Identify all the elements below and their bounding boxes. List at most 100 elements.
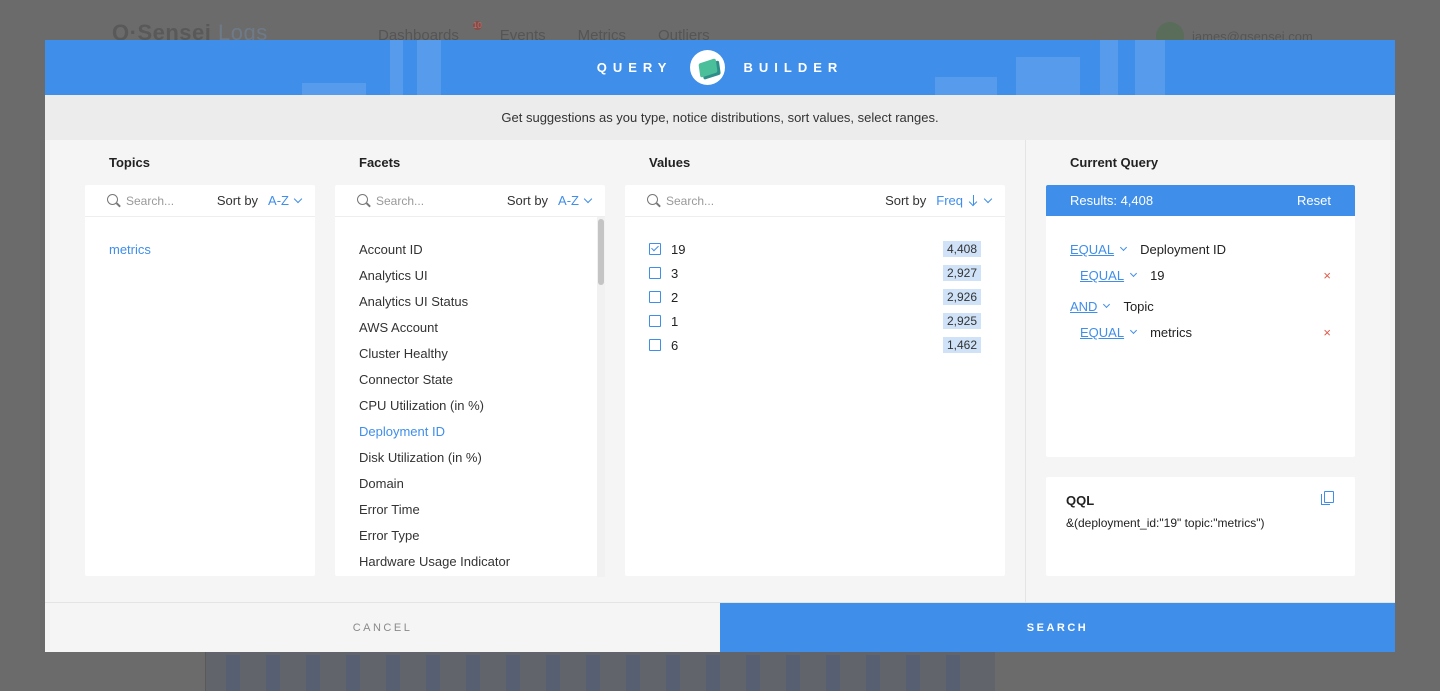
search-button[interactable]: SEARCH <box>720 603 1395 652</box>
operator-dropdown[interactable]: AND <box>1070 299 1111 314</box>
values-sort-value: Freq <box>936 193 963 208</box>
value-checkbox[interactable] <box>649 291 661 303</box>
value-count: 2,926 <box>942 289 981 305</box>
search-icon <box>107 194 118 205</box>
copy-icon[interactable] <box>1321 491 1334 505</box>
results-bar: Results: 4,408 Reset <box>1046 185 1355 216</box>
column-divider <box>1025 140 1026 602</box>
modal-header: QUERY BUILDER <box>45 40 1395 95</box>
facets-sort-value: A-Z <box>558 193 579 208</box>
value-row[interactable]: 3 2,927 <box>649 265 981 281</box>
values-sort-dropdown[interactable]: Freq <box>936 193 993 208</box>
background-chart <box>205 652 995 691</box>
facet-item[interactable]: Connector State <box>359 370 510 396</box>
query-clause: EQUAL metrics × <box>1080 325 1355 340</box>
values-search-input[interactable] <box>666 193 846 208</box>
value-label: 2 <box>671 289 679 305</box>
chevron-down-icon <box>1130 326 1138 335</box>
value-count: 1,462 <box>942 337 981 353</box>
operator-dropdown[interactable]: EQUAL <box>1070 242 1128 257</box>
facets-sort-dropdown[interactable]: A-Z <box>558 193 593 208</box>
topics-sort-value: A-Z <box>268 193 289 208</box>
value-checkbox[interactable] <box>649 339 661 351</box>
facet-item[interactable]: Error Type <box>359 526 510 552</box>
value-label: 1 <box>671 313 679 329</box>
clause-field: Deployment ID <box>1140 242 1227 257</box>
chevron-down-icon <box>293 194 303 203</box>
value-count: 2,925 <box>942 313 981 329</box>
facet-item-selected[interactable]: Deployment ID <box>359 422 510 448</box>
value-label: 3 <box>671 265 679 281</box>
value-label: 6 <box>671 337 679 353</box>
search-icon <box>357 194 368 205</box>
query-builder-modal: QUERY BUILDER Get suggestions as you typ… <box>45 40 1395 652</box>
facet-item[interactable]: Disk Utilization (in %) <box>359 448 510 474</box>
facet-item[interactable]: CPU Utilization (in %) <box>359 396 510 422</box>
qql-panel: QQL &(deployment_id:"19" topic:"metrics"… <box>1046 477 1355 576</box>
value-row[interactable]: 6 1,462 <box>649 337 981 353</box>
value-checkbox[interactable] <box>649 315 661 327</box>
facets-panel: Sort by A-Z Account ID Analytics UI Anal… <box>335 185 605 578</box>
qql-text: &(deployment_id:"19" topic:"metrics") <box>1066 516 1265 530</box>
topic-item-metrics[interactable]: metrics <box>109 242 151 257</box>
facet-list: Account ID Analytics UI Analytics UI Sta… <box>359 240 510 578</box>
facet-item[interactable]: Cluster Healthy <box>359 344 510 370</box>
query-clause: EQUAL 19 × <box>1080 268 1355 283</box>
value-label: 19 <box>671 241 686 257</box>
facets-scroll-thumb[interactable] <box>598 219 604 285</box>
topics-panel: Sort by A-Z metrics <box>85 185 315 576</box>
value-checkbox[interactable] <box>649 267 661 279</box>
modal-title-right: BUILDER <box>743 60 844 75</box>
remove-clause-icon[interactable]: × <box>1323 325 1331 340</box>
operator-label: EQUAL <box>1080 268 1125 283</box>
reset-button[interactable]: Reset <box>1297 193 1331 208</box>
current-query-panel: Results: 4,408 Reset EQUAL Deployment ID… <box>1046 185 1355 457</box>
facet-item[interactable]: Domain <box>359 474 510 500</box>
topics-search-bar: Sort by A-Z <box>85 185 315 217</box>
facets-search-input[interactable] <box>376 193 446 208</box>
clause-field: Topic <box>1123 299 1154 314</box>
query-clause: EQUAL Deployment ID <box>1070 242 1226 257</box>
clause-value: 19 <box>1150 268 1165 283</box>
query-clause: AND Topic <box>1070 299 1154 314</box>
facet-item[interactable]: Hardware Usage Indicator <box>359 552 510 578</box>
cancel-button[interactable]: CANCEL <box>45 603 720 652</box>
operator-dropdown[interactable]: EQUAL <box>1080 325 1138 340</box>
topics-sort-dropdown[interactable]: A-Z <box>268 193 303 208</box>
values-title: Values <box>649 155 691 170</box>
modal-title: QUERY BUILDER <box>45 40 1395 95</box>
facet-item[interactable]: Analytics UI Status <box>359 292 510 318</box>
topics-sort-label: Sort by <box>216 193 259 208</box>
values-panel: Sort by Freq 19 4,408 3 2,927 2 2,926 1 <box>625 185 1005 576</box>
qql-title: QQL <box>1066 493 1095 508</box>
current-query-title: Current Query <box>1070 155 1159 170</box>
facet-item[interactable]: Error Time <box>359 500 510 526</box>
topics-search-input[interactable] <box>126 193 196 208</box>
value-row[interactable]: 1 2,925 <box>649 313 981 329</box>
value-row[interactable]: 19 4,408 <box>649 241 981 257</box>
operator-label: EQUAL <box>1070 242 1115 257</box>
chevron-down-icon <box>1120 243 1128 252</box>
facets-title: Facets <box>359 155 401 170</box>
remove-clause-icon[interactable]: × <box>1323 268 1331 283</box>
value-checkbox[interactable] <box>649 243 661 255</box>
results-count: Results: 4,408 <box>1070 193 1154 208</box>
operator-dropdown[interactable]: EQUAL <box>1080 268 1138 283</box>
value-row[interactable]: 2 2,926 <box>649 289 981 305</box>
topics-title: Topics <box>109 155 150 170</box>
facets-sort-label: Sort by <box>506 193 549 208</box>
facet-item[interactable]: Analytics UI <box>359 266 510 292</box>
search-icon <box>647 194 658 205</box>
facet-item[interactable]: AWS Account <box>359 318 510 344</box>
operator-label: EQUAL <box>1080 325 1125 340</box>
values-search-bar: Sort by Freq <box>625 185 1005 217</box>
notification-badge: 10 <box>472 21 482 30</box>
qsensei-logo-icon <box>690 50 726 85</box>
chevron-down-icon <box>1130 269 1138 278</box>
modal-footer: CANCEL SEARCH <box>45 602 1395 652</box>
operator-label: AND <box>1070 299 1098 314</box>
modal-subtitle: Get suggestions as you type, notice dist… <box>45 95 1395 140</box>
value-count: 4,408 <box>942 241 981 257</box>
chevron-down-icon <box>983 194 993 203</box>
facet-item[interactable]: Account ID <box>359 240 510 266</box>
